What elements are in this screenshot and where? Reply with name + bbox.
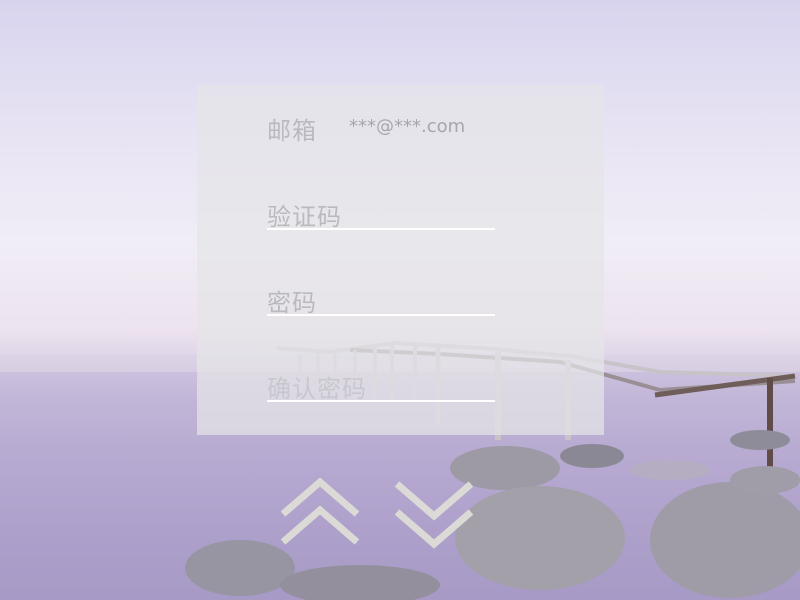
verification-code-field[interactable]: 验证码 bbox=[267, 197, 342, 232]
registration-form: 邮箱 ***@***.com 验证码 密码 确认密码 bbox=[197, 85, 604, 435]
register-screen: 邮箱 ***@***.com 验证码 密码 确认密码 bbox=[0, 0, 800, 600]
email-field[interactable]: ***@***.com bbox=[349, 116, 465, 137]
confirm-password-underline bbox=[267, 400, 495, 402]
email-label: 邮箱 bbox=[267, 117, 317, 145]
double-chevron-up-icon[interactable] bbox=[277, 474, 363, 550]
confirm-password-field[interactable]: 确认密码 bbox=[267, 369, 367, 404]
verification-code-underline bbox=[267, 228, 495, 230]
password-underline bbox=[267, 314, 495, 316]
password-field[interactable]: 密码 bbox=[267, 283, 317, 318]
double-chevron-down-icon[interactable] bbox=[393, 476, 479, 552]
